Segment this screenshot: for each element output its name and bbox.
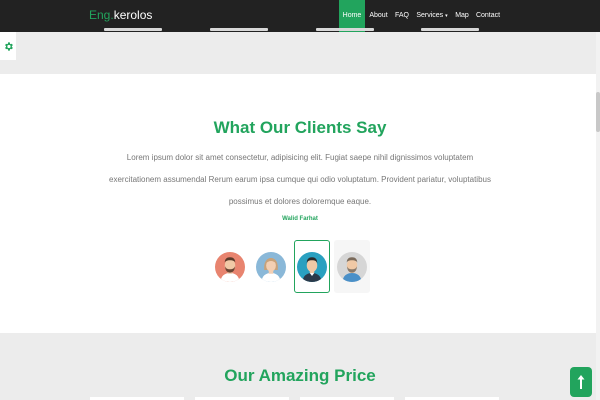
avatar-thumb[interactable] — [334, 240, 370, 293]
clipped-text — [104, 28, 162, 31]
previous-section — [0, 28, 600, 74]
nav-home-label: Home — [342, 12, 362, 19]
nav-faq-label: FAQ — [394, 12, 409, 19]
avatar-thumb[interactable] — [253, 240, 289, 293]
scrollbar[interactable] — [596, 32, 600, 400]
nav-faq[interactable]: FAQ — [392, 0, 412, 32]
testimonial-quote: Lorem ipsum dolor sit amet consectetur, … — [109, 153, 491, 206]
testimonials-section: What Our Clients Say Lorem ipsum dolor s… — [0, 74, 600, 333]
nav-contact-label: Contact — [475, 12, 501, 19]
avatar-man-icon — [297, 251, 327, 282]
clipped-text — [210, 28, 268, 31]
nav-map-label: Map — [455, 12, 469, 19]
avatar-man-beard-icon — [215, 251, 245, 282]
chevron-down-icon: ▾ — [445, 13, 448, 19]
avatar-woman-icon — [256, 251, 286, 282]
testimonials-title: What Our Clients Say — [213, 118, 387, 137]
settings-button[interactable] — [0, 32, 16, 60]
clipped-text — [316, 28, 374, 31]
brand-logo[interactable]: Eng.kerolos — [89, 8, 152, 22]
pricing-section: Our Amazing Price — [0, 333, 600, 400]
navbar: Eng.kerolos Home About FAQ Services ▾ Map… — [0, 0, 600, 32]
scroll-to-top-button[interactable] — [570, 367, 592, 397]
pricing-title: Our Amazing Price — [224, 366, 376, 385]
brand-prefix: Eng. — [89, 8, 114, 22]
gear-icon — [4, 41, 13, 51]
nav-services-label: Services — [416, 12, 444, 19]
avatar-man-grey-beard-icon — [337, 251, 367, 282]
testimonial-author: Walid Farhat — [282, 216, 318, 222]
arrow-up-icon — [577, 375, 585, 389]
clipped-text — [421, 28, 479, 31]
avatar-thumb-selected[interactable] — [294, 240, 330, 293]
scrollbar-thumb[interactable] — [596, 92, 600, 132]
avatar-thumb[interactable] — [212, 240, 248, 293]
brand-name: kerolos — [113, 8, 153, 22]
nav-about-label: About — [369, 12, 388, 19]
